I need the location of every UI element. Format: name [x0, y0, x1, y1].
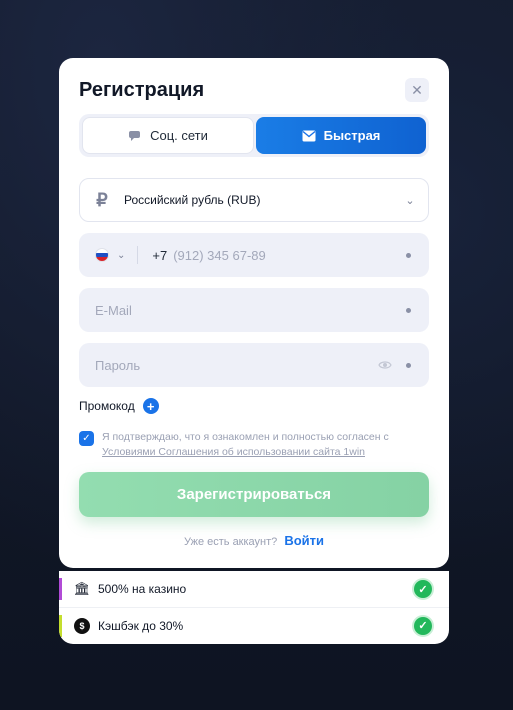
russia-flag-icon[interactable]: [95, 248, 109, 262]
promo-code-toggle[interactable]: Промокод +: [79, 398, 159, 414]
phone-divider: [137, 246, 139, 264]
check-badge-icon: ✓: [414, 580, 432, 598]
consent-text-block: Я подтверждаю, что я ознакомлен и полнос…: [102, 430, 389, 460]
bonus-label: 500% на казино: [98, 582, 187, 596]
bonus-accent-bar: [59, 578, 62, 600]
consent-checkbox[interactable]: ✓: [79, 431, 94, 446]
consent-row: ✓ Я подтверждаю, что я ознакомлен и полн…: [79, 430, 434, 460]
tab-fast[interactable]: Быстрая: [256, 117, 426, 154]
bonus-accent-bar: [59, 615, 62, 637]
email-input[interactable]: E-Mail: [95, 303, 406, 318]
required-dot-icon: [406, 252, 411, 258]
chevron-down-icon: ⌄: [405, 194, 415, 207]
login-link[interactable]: Войти: [284, 533, 324, 548]
bank-icon: 🏛: [73, 581, 91, 596]
tab-fast-label: Быстрая: [323, 128, 381, 143]
register-button[interactable]: Зарегистрироваться: [79, 472, 429, 517]
bonus-panel: 🏛 500% на казино ✓ $ Кэшбэк до 30% ✓: [59, 571, 449, 644]
close-icon: ✕: [411, 81, 423, 98]
bonus-item-cashback: $ Кэшбэк до 30% ✓: [59, 607, 449, 643]
consent-text: Я подтверждаю, что я ознакомлен и полнос…: [102, 431, 389, 443]
bonus-label: Кэшбэк до 30%: [98, 618, 184, 633]
email-field[interactable]: E-Mail: [79, 288, 429, 332]
password-field[interactable]: Пароль: [79, 343, 429, 387]
phone-field[interactable]: ⌄ +7 (912) 345 67-89: [79, 233, 429, 277]
login-row: Уже есть аккаунт? Войти: [59, 533, 449, 548]
ruble-icon: ₽: [96, 189, 108, 210]
tab-social[interactable]: Соц. сети: [82, 117, 254, 154]
tab-social-label: Соц. сети: [150, 128, 208, 143]
login-prompt: Уже есть аккаунт?: [183, 536, 278, 548]
required-dot-icon: [406, 307, 411, 313]
country-chevron-icon[interactable]: ⌄: [117, 250, 125, 261]
password-input[interactable]: Пароль: [95, 358, 378, 373]
phone-input[interactable]: (912) 345 67-89: [173, 248, 406, 263]
terms-link[interactable]: Условиями Соглашения об использовании са…: [102, 446, 365, 458]
close-button[interactable]: ✕: [405, 78, 429, 102]
registration-modal: Регистрация ✕ Соц. сети Быстрая ₽ Россий…: [59, 58, 449, 568]
chat-bubble-icon: [129, 130, 141, 141]
currency-select[interactable]: ₽ Российский рубль (RUB) ⌄: [79, 178, 429, 222]
currency-label: Российский рубль (RUB): [124, 193, 261, 207]
envelope-icon: [302, 130, 316, 141]
phone-country-code: +7: [152, 247, 168, 263]
registration-tabs: Соц. сети Быстрая: [79, 114, 429, 157]
plus-icon[interactable]: +: [142, 398, 159, 414]
promo-label: Промокод: [79, 399, 135, 413]
check-badge-icon: ✓: [414, 616, 432, 635]
modal-title: Регистрация: [79, 79, 205, 101]
required-dot-icon: [406, 362, 411, 368]
cashback-coin-icon: $: [74, 617, 90, 634]
eye-icon[interactable]: [378, 360, 392, 370]
bonus-item-casino: 🏛 500% на казино ✓: [59, 571, 449, 607]
